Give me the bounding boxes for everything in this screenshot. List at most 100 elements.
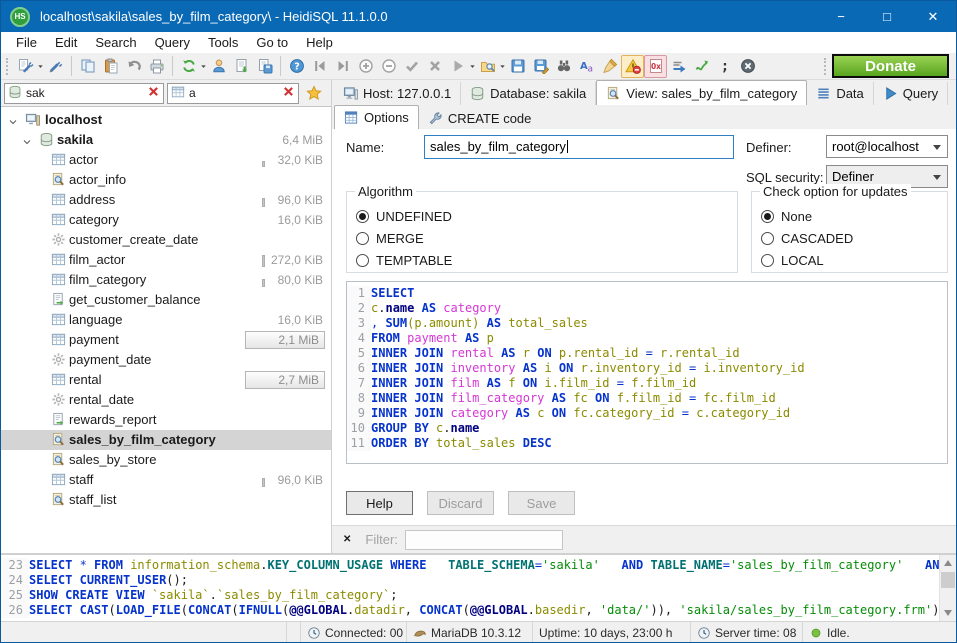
tab-view[interactable]: View: sales_by_film_category <box>596 80 807 105</box>
view-body-editor[interactable]: 1SELECT2c.name AS category3, SUM(p.amoun… <box>346 281 948 464</box>
view-name-input[interactable]: sales_by_film_category <box>424 135 734 159</box>
menu-query[interactable]: Query <box>146 33 199 52</box>
copy-grid-data-button[interactable] <box>253 55 276 78</box>
definer-combo[interactable]: root@localhost <box>826 135 948 158</box>
menu-go-to[interactable]: Go to <box>247 33 297 52</box>
scroll-up-icon[interactable] <box>944 560 952 566</box>
scroll-down-icon[interactable] <box>944 610 952 616</box>
dropdown-caret-icon[interactable] <box>469 57 476 75</box>
tree-item-customer_create_date[interactable]: customer_create_date <box>1 230 331 250</box>
tree-item-sales_by_film_category[interactable]: sales_by_film_category <box>1 430 331 450</box>
minimize-button[interactable]: − <box>818 1 864 32</box>
tab-options[interactable]: Options <box>334 105 419 129</box>
last-record-button[interactable] <box>331 55 354 78</box>
menu-help[interactable]: Help <box>297 33 342 52</box>
sql-security-value: Definer <box>832 169 874 184</box>
dropdown-caret-icon[interactable] <box>499 57 506 75</box>
format-code-button[interactable] <box>598 55 621 78</box>
replace-text-button[interactable]: Aa <box>575 55 598 78</box>
table-filter[interactable]: sak <box>4 83 164 104</box>
insert-record-button[interactable] <box>354 55 377 78</box>
tree-item-localhost[interactable]: localhost <box>1 110 331 130</box>
copy-button[interactable] <box>76 55 99 78</box>
disconnect-button[interactable] <box>44 55 67 78</box>
filter-input[interactable] <box>405 530 563 550</box>
tree-item-staff_list[interactable]: staff_list <box>1 490 331 510</box>
dropdown-caret-icon[interactable] <box>37 57 44 75</box>
session-manager-button[interactable] <box>14 55 37 78</box>
tree-item-actor[interactable]: actor32,0 KiB <box>1 150 331 170</box>
log-scrollbar[interactable] <box>939 555 956 621</box>
dropdown-caret-icon[interactable] <box>200 57 207 75</box>
next-result-button[interactable] <box>667 55 690 78</box>
tree-item-actor_info[interactable]: actor_info <box>1 170 331 190</box>
help-button[interactable]: ? <box>285 55 308 78</box>
menu-edit[interactable]: Edit <box>46 33 86 52</box>
save-sql-button[interactable] <box>506 55 529 78</box>
algorithm-temptable-radio[interactable]: TEMPTABLE <box>356 249 737 271</box>
tree-item-rental_date[interactable]: rental_date <box>1 390 331 410</box>
tree-item-payment[interactable]: payment2,1 MiB <box>1 330 331 350</box>
kill-process-button[interactable] <box>736 55 759 78</box>
first-record-button[interactable] <box>308 55 331 78</box>
load-sql-file-button[interactable] <box>476 55 499 78</box>
save-button[interactable]: Save <box>508 491 575 515</box>
menu-search[interactable]: Search <box>86 33 145 52</box>
view-binary-as-text-button[interactable]: 0x <box>644 55 667 78</box>
reformat-button[interactable] <box>690 55 713 78</box>
close-filter-icon[interactable]: ✕ <box>343 534 351 545</box>
help-button[interactable]: Help <box>346 491 413 515</box>
toolbar-grip[interactable] <box>6 58 10 75</box>
post-changes-button[interactable] <box>400 55 423 78</box>
column-filter[interactable]: a <box>167 83 299 104</box>
clear-icon[interactable] <box>147 85 160 98</box>
tree-item-language[interactable]: language16,0 KiB <box>1 310 331 330</box>
tab-data[interactable]: Data <box>807 82 873 105</box>
tree-item-rewards_report[interactable]: rewards_report <box>1 410 331 430</box>
stop-on-errors-button[interactable] <box>621 55 644 78</box>
tree-item-sakila[interactable]: sakila6,4 MiB <box>1 130 331 150</box>
tree-item-category[interactable]: category16,0 KiB <box>1 210 331 230</box>
tree-item-film_actor[interactable]: film_actor272,0 KiB <box>1 250 331 270</box>
export-database-button[interactable] <box>230 55 253 78</box>
delimiter-button[interactable]: ; <box>713 55 736 78</box>
save-sql-as-button[interactable] <box>529 55 552 78</box>
discard-changes-button[interactable] <box>423 55 446 78</box>
tree-item-payment_date[interactable]: payment_date <box>1 350 331 370</box>
maximize-button[interactable]: □ <box>864 1 910 32</box>
tree-item-sales_by_store[interactable]: sales_by_store <box>1 450 331 470</box>
menu-file[interactable]: File <box>7 33 46 52</box>
tab-create-code[interactable]: CREATE code <box>419 107 541 129</box>
undo-button[interactable] <box>122 55 145 78</box>
tree-item-film_category[interactable]: film_category80,0 KiB <box>1 270 331 290</box>
discard-button[interactable]: Discard <box>427 491 494 515</box>
user-manager-button[interactable] <box>207 55 230 78</box>
check-option-cascaded-radio[interactable]: CASCADED <box>761 227 947 249</box>
tab-host[interactable]: Host: 127.0.0.1 <box>334 82 461 105</box>
tab-query[interactable]: Query <box>874 82 948 105</box>
tab-database[interactable]: Database: sakila <box>461 82 596 105</box>
size-label: 16,0 KiB <box>278 213 323 227</box>
tree-item-get_customer_balance[interactable]: get_customer_balance <box>1 290 331 310</box>
close-button[interactable]: ✕ <box>910 1 956 32</box>
toolbar-grip[interactable] <box>824 58 828 75</box>
check-option-local-radio[interactable]: LOCAL <box>761 249 947 271</box>
clear-icon[interactable] <box>282 85 295 98</box>
find-text-button[interactable] <box>552 55 575 78</box>
donate-button[interactable]: Donate <box>832 54 949 78</box>
tree-item-rental[interactable]: rental2,7 MiB <box>1 370 331 390</box>
algorithm-merge-radio[interactable]: MERGE <box>356 227 737 249</box>
new-query-tab-button[interactable] <box>948 82 957 105</box>
tree-item-staff[interactable]: staff96,0 KiB <box>1 470 331 490</box>
scroll-thumb[interactable] <box>941 572 955 588</box>
algorithm-undefined-radio[interactable]: UNDEFINED <box>356 205 737 227</box>
check-option-none-radio[interactable]: None <box>761 205 947 227</box>
delete-record-button[interactable] <box>377 55 400 78</box>
paste-button[interactable] <box>99 55 122 78</box>
menu-tools[interactable]: Tools <box>199 33 247 52</box>
favorites-button[interactable] <box>302 83 325 104</box>
tree-item-address[interactable]: address96,0 KiB <box>1 190 331 210</box>
execute-sql-button[interactable] <box>446 55 469 78</box>
refresh-button[interactable] <box>177 55 200 78</box>
print-button[interactable] <box>145 55 168 78</box>
